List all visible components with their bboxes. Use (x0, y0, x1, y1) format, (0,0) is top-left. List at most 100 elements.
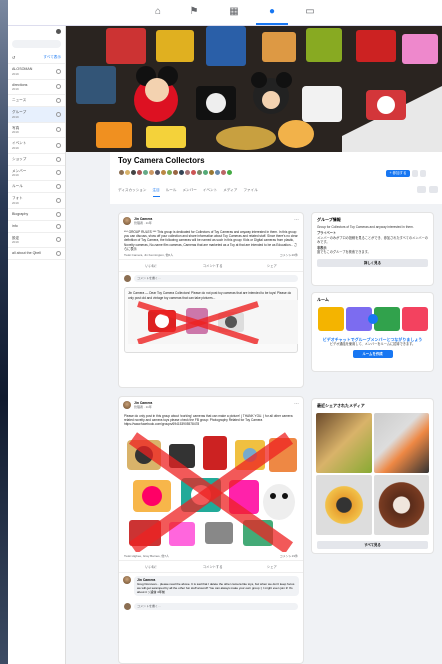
comment-button[interactable]: コメントする (203, 564, 223, 569)
share-button[interactable]: シェア (267, 263, 277, 268)
toggle-icon[interactable] (56, 237, 61, 243)
media-thumbnail[interactable] (316, 413, 372, 473)
toggle-icon[interactable] (56, 111, 61, 117)
sidebar-item-label: ショップ (12, 156, 27, 161)
sidebar: ↺ すべて表示 ALOSOMAN 2019 directions 2019 ニュース グル… (8, 26, 66, 664)
pages-icon[interactable]: ⚑ (188, 6, 200, 18)
sidebar-item-sub: 2019 (12, 240, 19, 244)
sidebar-search[interactable] (12, 40, 61, 48)
media-thumbnail[interactable] (373, 413, 429, 473)
sidebar-item[interactable]: ALOSOMAN 2019 (8, 64, 65, 80)
media-thumbnail[interactable] (373, 475, 429, 535)
share-button[interactable] (412, 170, 418, 177)
sidebar-item[interactable]: イベント 2019 (8, 138, 65, 154)
share-button[interactable]: シェア (267, 564, 277, 569)
member-avatars[interactable] (118, 169, 233, 176)
cover-photo (66, 26, 442, 152)
gaming-icon[interactable]: ▭ (304, 6, 316, 18)
sidebar-item[interactable]: ニュース (8, 95, 65, 107)
reactions-summary[interactable]: Tsuki Higbee, Gray Barnes, 他7人 (124, 554, 169, 558)
comment-count[interactable]: コメント19件 (280, 554, 298, 558)
post-time[interactable]: 管理者 · 11年 (134, 405, 152, 409)
join-group-button[interactable]: + 参加する (386, 170, 410, 177)
like-button[interactable]: いいね！ (145, 263, 158, 268)
comment-count[interactable]: コメント20件 (280, 253, 298, 257)
about-title: グループ情報 (317, 217, 341, 222)
create-room-button[interactable]: ルームを作成 (352, 349, 393, 358)
see-all-link[interactable]: すべて表示 (43, 55, 61, 60)
group-title: Toy Camera Collectors (118, 156, 205, 165)
comment-button[interactable]: コメントする (203, 263, 223, 268)
refresh-icon[interactable]: ↺ (12, 55, 15, 60)
sidebar-item[interactable]: info (8, 221, 65, 233)
sidebar-item-label: ALOSOMAN (12, 67, 33, 71)
sidebar-item-label: ルール (12, 184, 23, 189)
avatar (124, 275, 131, 283)
groups-icon[interactable]: ● (256, 6, 288, 25)
media-thumbnail[interactable] (316, 475, 372, 535)
visibility-desc: 誰でもこのグループを検索できます。 (317, 250, 371, 255)
reactions-summary[interactable]: Tsuki Camera, Jin Kennington, 他6人 (124, 253, 173, 257)
sidebar-item[interactable]: フォト 2019 (8, 193, 65, 209)
tab-4[interactable]: イベント (203, 188, 217, 197)
toggle-icon[interactable] (56, 98, 61, 103)
post-time[interactable]: 管理者 · 11年 (134, 221, 152, 225)
privacy-desc: メンバーのみがプロの投稿を見ることができ、参加されたすべてのメンバーのみです。 (317, 235, 428, 244)
avatar[interactable] (123, 401, 131, 409)
about-more-button[interactable]: 詳しく見る (317, 258, 428, 267)
tab-3[interactable]: メンバー (182, 188, 196, 197)
more-icon[interactable]: … (294, 217, 299, 222)
tab-0[interactable]: ディスカッション (118, 188, 147, 197)
home-icon[interactable]: ⌂ (152, 6, 164, 18)
comment-input[interactable]: コメントを書く… (134, 603, 298, 611)
sidebar-item[interactable]: directions 2019 (8, 80, 65, 95)
toggle-icon[interactable] (56, 68, 61, 74)
sidebar-item-sub: 2019 (12, 87, 19, 91)
more-options-button[interactable] (420, 170, 426, 177)
comment-input[interactable]: コメントを書く… (134, 275, 298, 283)
sidebar-item-sub: 2019 (12, 130, 19, 134)
sidebar-item[interactable]: メンバー 2019 (8, 166, 65, 181)
toggle-icon[interactable] (56, 142, 61, 148)
tabs-more-button[interactable] (429, 186, 438, 193)
sidebar-item[interactable]: ルール (8, 181, 65, 193)
toggle-icon[interactable] (56, 211, 61, 217)
sidebar-item[interactable]: all about the Qbell (8, 248, 65, 260)
rooms-card: ルーム ビデオチャットでグループメンバーとつながりましょう ビデオ通話を使用して… (311, 292, 434, 372)
avatar[interactable] (123, 575, 131, 584)
tab-2[interactable]: ルール (166, 188, 177, 197)
toggle-icon[interactable] (56, 184, 61, 189)
toggle-icon[interactable] (56, 127, 61, 133)
sidebar-item[interactable]: グループ 2019 (8, 107, 65, 123)
member-avatar[interactable] (226, 169, 233, 176)
like-button[interactable]: いいね！ (145, 564, 158, 569)
post-card: Jin Camera 管理者 · 11年 … Please do only po… (118, 396, 304, 664)
toggle-icon[interactable] (56, 170, 61, 176)
see-all-media-button[interactable]: すべて見る (317, 541, 428, 549)
post-image[interactable] (119, 429, 303, 552)
tab-5[interactable]: メディア (223, 188, 237, 197)
toggle-icon[interactable] (56, 223, 61, 229)
avatar[interactable] (123, 217, 131, 225)
avatar (124, 603, 131, 611)
toggle-icon[interactable] (56, 84, 61, 90)
shared-post-image[interactable] (128, 299, 298, 345)
cover-image (66, 26, 442, 152)
tab-1[interactable]: 注目 (152, 188, 160, 197)
more-icon[interactable]: … (294, 401, 299, 406)
tab-6[interactable]: ファイル (243, 188, 257, 197)
marketplace-icon[interactable]: ▦ (228, 6, 240, 18)
toggle-icon[interactable] (56, 197, 61, 203)
media-grid (312, 411, 433, 537)
sidebar-item[interactable]: Biography (8, 209, 65, 221)
group-search-button[interactable] (417, 186, 426, 193)
toggle-icon[interactable] (56, 251, 61, 256)
sidebar-item-sub: 2019 (12, 200, 19, 205)
sidebar-item[interactable]: 写真 2019 (8, 123, 65, 138)
post-text: Please do only post in this group about … (124, 413, 293, 427)
group-header: Toy Camera Collectors + 参加する ディスカッション 注目ル… (110, 152, 442, 204)
sidebar-item[interactable]: ショップ (8, 154, 65, 166)
settings-icon[interactable] (56, 29, 61, 34)
sidebar-item[interactable]: 設定 2019 (8, 233, 65, 248)
toggle-icon[interactable] (56, 156, 61, 162)
